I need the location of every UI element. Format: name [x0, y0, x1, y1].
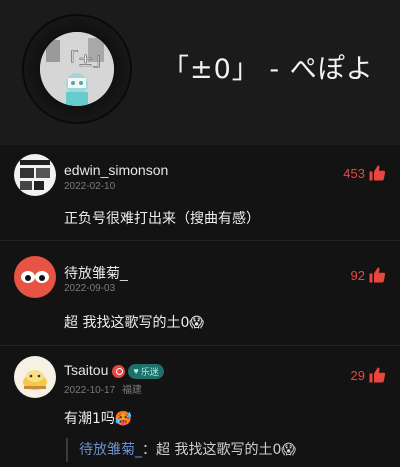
like-count: 29: [350, 367, 365, 383]
comment-date-text: 2022-10-17: [64, 385, 116, 396]
avatar[interactable]: [14, 154, 56, 196]
fan-badge-label: 乐迷: [140, 366, 159, 377]
reply-text: 超 我找这歌写的土0😱: [156, 442, 296, 458]
comment-date-text: 2022-02-10: [64, 181, 116, 192]
comment-item: Tsaitou ♥ 乐迷 2022-10-17 福建 29 有潮1吗🥵 待放雏菊_：…: [0, 352, 400, 467]
thumbs-up-icon: [368, 266, 386, 284]
comment-location: 福建: [121, 385, 142, 396]
comment-text: 正负号很难打出来（搜曲有感）: [64, 211, 260, 227]
reply-separator: ：: [142, 442, 156, 458]
thumbs-up-icon: [368, 366, 386, 384]
heart-icon: ♥: [133, 366, 139, 377]
avatar[interactable]: [14, 356, 56, 398]
like-count: 453: [343, 165, 365, 181]
song-header: 「±」 「±0」 - ぺぽよ: [0, 0, 400, 145]
comment-text: 有潮1吗🥵: [64, 411, 133, 427]
like-button[interactable]: 453: [343, 164, 386, 182]
comment-username[interactable]: Tsaitou ♥ 乐迷: [64, 362, 164, 379]
reply-quote-line: 待放雏菊_：超 我找这歌写的土0😱: [66, 438, 386, 462]
comment-date-text: 2022-09-03: [64, 283, 116, 294]
comment-username[interactable]: edwin_simonson: [64, 162, 168, 178]
svg-text:「±」: 「±」: [60, 50, 111, 71]
comment-date: 2022-09-03: [64, 283, 115, 294]
like-button[interactable]: 92: [351, 266, 386, 284]
reply-username[interactable]: 待放雏菊_: [79, 442, 142, 458]
divider: [0, 240, 400, 241]
vip-badge-icon: [112, 364, 126, 378]
comment-text: 超 我找这歌写的土0😱: [64, 315, 204, 331]
like-button[interactable]: 29: [351, 366, 386, 384]
divider: [0, 345, 400, 346]
comment-username-text: Tsaitou: [64, 362, 109, 378]
like-count: 92: [350, 267, 365, 283]
reply-quote[interactable]: 待放雏菊_：超 我找这歌写的土0😱: [0, 438, 400, 462]
comment-item: 待放雏菊_ 2022-09-03 92 超 我找这歌写的土0😱: [0, 250, 400, 345]
comment-username[interactable]: 待放雏菊_: [64, 263, 128, 283]
fan-badge: ♥ 乐迷: [128, 363, 164, 379]
song-title: 「±0」 - ぺぽよ: [162, 54, 374, 85]
comment-date: 2022-02-10: [64, 181, 115, 192]
avatar[interactable]: [14, 256, 56, 298]
comment-item: edwin_simonson 2022-02-10 453 正负号很难打出来（搜…: [0, 150, 400, 240]
album-cover[interactable]: 「±」: [40, 32, 114, 106]
comment-date: 2022-10-17 福建: [64, 381, 142, 396]
thumbs-up-icon: [368, 164, 386, 182]
